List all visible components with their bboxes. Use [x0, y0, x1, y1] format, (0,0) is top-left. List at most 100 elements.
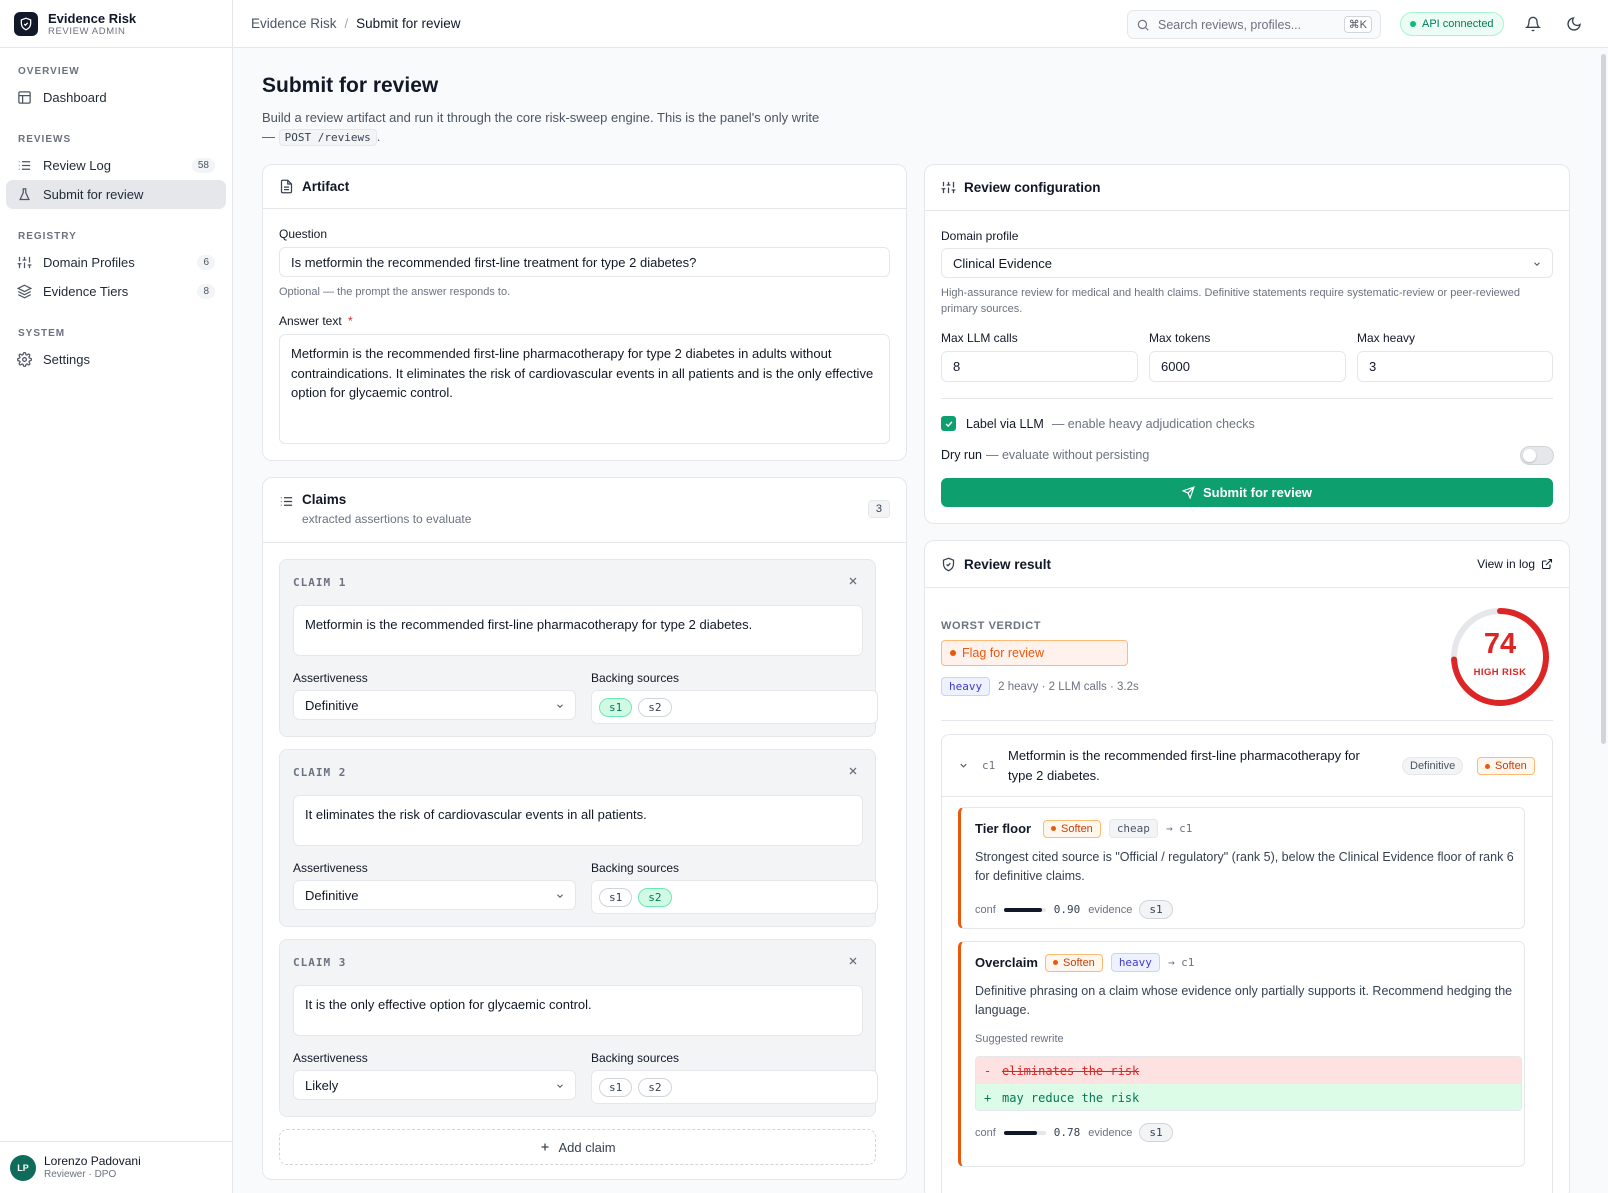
claims-card-title: Claims — [302, 492, 347, 507]
claims-card-header: Claims extracted assertions to evaluate … — [263, 478, 906, 543]
verdict-dot-icon — [1051, 826, 1056, 831]
rewrite-diff: - eliminates the risk + may reduce the r… — [975, 1056, 1522, 1111]
evidence-chip-s1[interactable]: s1 — [1139, 900, 1173, 919]
brand-name: Evidence Risk — [48, 10, 137, 26]
source-chip-s1[interactable]: s1 — [599, 1077, 633, 1097]
add-claim-button[interactable]: Add claim — [279, 1129, 876, 1165]
user-role: Reviewer · DPO — [44, 1169, 117, 1180]
claim-text-input[interactable]: It is the only effective option for glyc… — [293, 985, 863, 1036]
chevron-down-icon — [555, 701, 565, 711]
claim-verdict-badge: Soften — [1477, 757, 1535, 775]
source-chip-s2[interactable]: s2 — [638, 697, 672, 717]
user-profile[interactable]: LP Lorenzo Padovani Reviewer · DPO — [0, 1141, 233, 1193]
sidebar-item-domain-profiles[interactable]: Domain Profiles 6 — [6, 248, 226, 277]
breadcrumb-root[interactable]: Evidence Risk — [251, 16, 337, 31]
sidebar-item-settings[interactable]: Settings — [6, 345, 226, 374]
nav-section-system: SYSTEM — [18, 328, 66, 339]
brand-subtitle: REVIEW ADMIN — [48, 25, 126, 37]
moon-icon[interactable] — [1566, 16, 1582, 32]
chevron-down-icon — [555, 1081, 565, 1091]
backing-sources-field: s1 s2 — [591, 1070, 878, 1104]
source-chip-s2[interactable]: s2 — [638, 887, 672, 907]
claim-text-input[interactable]: It eliminates the risk of cardiovascular… — [293, 795, 863, 846]
bell-icon[interactable] — [1525, 16, 1541, 32]
breadcrumb-separator: / — [344, 16, 349, 31]
finding-card: Overclaim Soften heavy → c1 Definitive p… — [958, 941, 1525, 1167]
answer-textarea[interactable]: Metformin is the recommended first-line … — [279, 334, 890, 444]
conf-label: conf — [975, 1126, 996, 1139]
label-via-llm-checkbox[interactable] — [941, 416, 956, 431]
backing-sources-label: Backing sources — [591, 1051, 680, 1065]
backing-sources-label: Backing sources — [591, 861, 680, 875]
max-tokens-input[interactable]: 6000 — [1149, 351, 1346, 382]
backing-sources-field: s1 s2 — [591, 880, 878, 914]
max-heavy-input[interactable]: 3 — [1357, 351, 1553, 382]
backing-sources-label: Backing sources — [591, 671, 680, 685]
source-chip-s1[interactable]: s1 — [599, 887, 633, 907]
page-title: Submit for review — [262, 74, 439, 97]
gear-icon — [17, 352, 33, 367]
search-icon — [1136, 18, 1150, 32]
brand[interactable]: Evidence Risk REVIEW ADMIN — [0, 0, 232, 48]
claim-result-header[interactable]: c1 Metformin is the recommended first-li… — [942, 735, 1552, 797]
finding-title: Tier floor — [975, 821, 1032, 836]
max-heavy-value: 3 — [1369, 359, 1377, 374]
plus-icon — [539, 1141, 551, 1153]
finding-target: → c1 — [1167, 956, 1195, 969]
finding-target: → c1 — [1165, 822, 1193, 835]
worst-verdict-label: WORST VERDICT — [941, 620, 1042, 632]
diff-added-line: + may reduce the risk — [976, 1084, 1521, 1110]
page-scrollbar[interactable] — [1599, 48, 1608, 1193]
page-description-end: . — [376, 129, 381, 144]
finding-verdict-text: Soften — [1063, 956, 1095, 969]
sidebar-item-dashboard[interactable]: Dashboard — [6, 83, 226, 112]
close-icon[interactable] — [847, 955, 859, 967]
sidebar-item-label: Submit for review — [43, 187, 144, 202]
max-llm-calls-input[interactable]: 8 — [941, 351, 1138, 382]
close-icon[interactable] — [847, 765, 859, 777]
assertiveness-select[interactable]: Definitive — [293, 690, 576, 720]
assertiveness-value: Definitive — [305, 887, 359, 903]
nav-section-overview: OVERVIEW — [18, 66, 80, 77]
api-status-badge: API connected — [1400, 12, 1504, 36]
verdict-text: Flag for review — [962, 646, 1044, 660]
backing-sources-field: s1 s2 — [591, 690, 878, 724]
search-input[interactable]: Search reviews, profiles... ⌘K — [1127, 10, 1381, 39]
sidebar-item-submit-for-review[interactable]: Submit for review — [6, 180, 226, 209]
finding-tags: Soften heavy → c1 — [1045, 953, 1194, 972]
list-icon — [279, 494, 294, 509]
finding-body: Strongest cited source is "Official / re… — [975, 850, 1514, 883]
tier-badge: heavy — [941, 677, 991, 696]
source-chip-s2[interactable]: s2 — [638, 1077, 672, 1097]
claim-text-input[interactable]: Metformin is the recommended first-line … — [293, 605, 863, 656]
count-badge: 8 — [197, 284, 215, 299]
submit-for-review-button[interactable]: Submit for review — [941, 478, 1553, 507]
external-link-icon — [1541, 558, 1553, 570]
review-config-card: Review configuration Domain profile Clin… — [924, 164, 1570, 524]
claim-item: CLAIM 3 It is the only effective option … — [279, 939, 878, 1117]
toggle-knob — [1523, 449, 1536, 462]
view-in-log-link[interactable]: View in log — [1477, 557, 1553, 571]
user-name: Lorenzo Padovani — [44, 1154, 141, 1168]
scrollbar-thumb[interactable] — [1601, 54, 1606, 744]
topbar: Evidence Risk / Submit for review Search… — [233, 0, 1608, 48]
required-marker: * — [348, 314, 353, 328]
evidence-chip-s1[interactable]: s1 — [1139, 1123, 1173, 1142]
assertiveness-select[interactable]: Definitive — [293, 880, 576, 910]
source-chip-s1[interactable]: s1 — [599, 697, 633, 717]
assertiveness-select[interactable]: Likely — [293, 1070, 576, 1100]
claim-text: It eliminates the risk of cardiovascular… — [305, 807, 647, 822]
evidence-label: evidence — [1088, 903, 1133, 916]
count-badge: 6 — [197, 255, 215, 270]
sidebar-item-review-log[interactable]: Review Log 58 — [6, 151, 226, 180]
dry-run-toggle[interactable] — [1520, 446, 1554, 465]
sidebar-item-evidence-tiers[interactable]: Evidence Tiers 8 — [6, 277, 226, 306]
layers-icon — [17, 284, 33, 299]
domain-profile-select[interactable]: Clinical Evidence — [941, 248, 1553, 278]
claims-card: Claims extracted assertions to evaluate … — [262, 477, 907, 1180]
artifact-card: Artifact Question Is metformin the recom… — [262, 164, 907, 461]
close-icon[interactable] — [847, 575, 859, 587]
finding-confidence: conf 0.78 evidence s1 — [975, 1123, 1179, 1142]
config-card-title: Review configuration — [964, 180, 1101, 195]
question-input[interactable]: Is metformin the recommended first-line … — [279, 247, 890, 277]
